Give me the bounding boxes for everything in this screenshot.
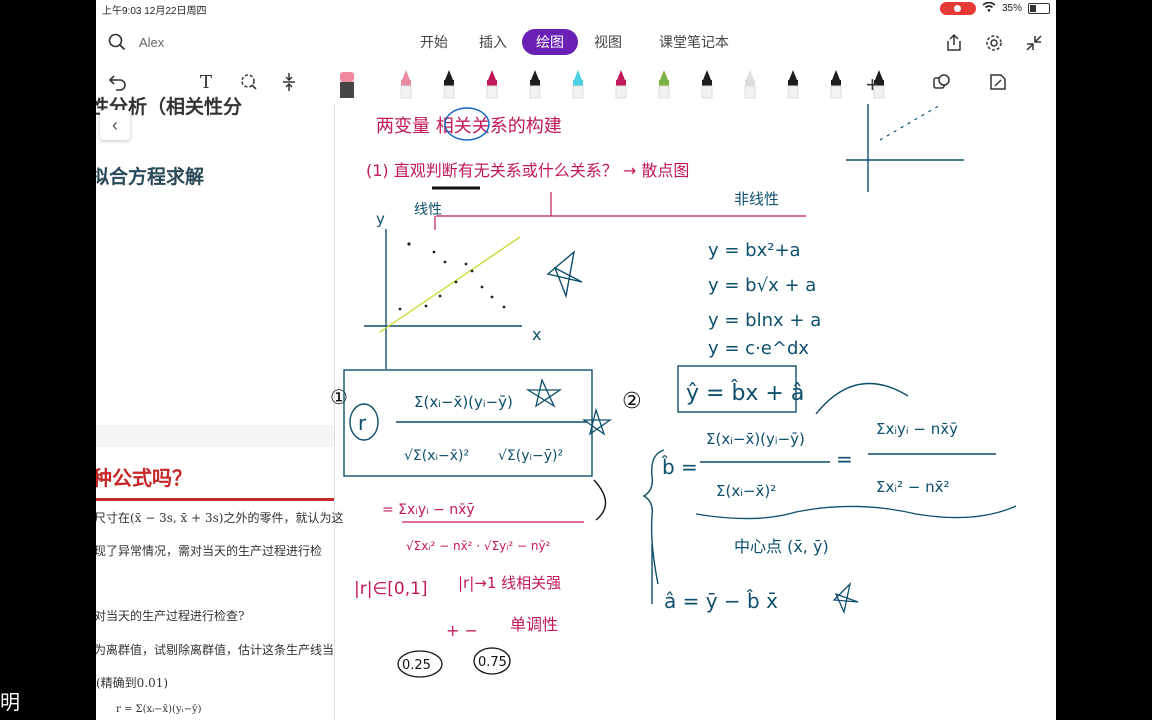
r-range: |r|∈[0,1] xyxy=(354,579,428,599)
eq-log: y = blnx + a xyxy=(708,310,821,331)
star-mark-2 xyxy=(525,378,563,408)
left-black-margin xyxy=(0,0,96,720)
note-nonlinear: 非线性 xyxy=(734,190,779,208)
pen-tool-icon[interactable] xyxy=(613,68,629,99)
shapes-icon[interactable] xyxy=(932,72,954,97)
pen-tool-icon[interactable] xyxy=(742,68,758,99)
eraser-icon[interactable] xyxy=(338,68,354,98)
scatter-axes xyxy=(364,229,522,369)
monotonic-note: 单调性 xyxy=(510,615,558,634)
eq-exp: y = c·e^dx xyxy=(708,338,809,359)
note-title: 两变量 相关关系的构建 xyxy=(376,116,562,137)
wavy-underline xyxy=(695,505,1017,520)
tab-draw[interactable]: 绘图 xyxy=(522,29,578,55)
eq-quadratic: y = bx²+a xyxy=(708,240,801,261)
axis-x-label: x xyxy=(532,325,541,344)
r-numerator: Σ(xᵢ−x̄)(yᵢ−ȳ) xyxy=(414,393,513,411)
star-mark-1 xyxy=(546,250,583,299)
circle-two: ② xyxy=(622,389,642,414)
pen-tool-icon[interactable] xyxy=(656,68,672,99)
status-indicators: 35% xyxy=(939,1,1050,15)
pen-tool-icon[interactable] xyxy=(441,68,457,99)
pen-tool-icon[interactable] xyxy=(484,68,500,99)
status-bar: 上午9:03 12月22日周四 35% xyxy=(96,0,1056,18)
tab-view[interactable]: 视图 xyxy=(580,29,636,55)
top-bar: Alex 开始 插入 绘图 视图 课堂笔记本 xyxy=(96,24,1056,62)
settings-gear-icon[interactable] xyxy=(984,33,1004,58)
screen-recording-icon xyxy=(939,2,976,15)
a-hat-equation: â = ȳ − b̂ x̄ xyxy=(664,589,778,613)
right-black-margin xyxy=(1056,0,1152,720)
b-numerator: Σ(xᵢ−x̄)(yᵢ−ȳ) xyxy=(706,430,805,448)
b-equals: = xyxy=(836,447,853,471)
star-mark-4 xyxy=(832,581,859,615)
tab-insert[interactable]: 插入 xyxy=(465,29,521,55)
corner-caption: 明 xyxy=(0,690,20,714)
status-time: 上午9:03 12月22日周四 xyxy=(102,6,207,17)
value-2: 0.75 xyxy=(478,655,507,670)
share-icon[interactable] xyxy=(944,33,964,58)
tab-class-notebook[interactable]: 课堂笔记本 xyxy=(645,29,743,55)
value-1: 0.25 xyxy=(402,658,431,673)
pen-tool-icon[interactable] xyxy=(699,68,715,99)
r-symbol: r xyxy=(358,411,367,435)
r-alt-numerator: = Σxᵢyᵢ − nx̄ȳ xyxy=(382,502,475,518)
star-mark-3 xyxy=(581,407,613,436)
search-label[interactable]: Alex xyxy=(139,35,164,50)
handwriting-layer: 两变量 相关关系的构建 (1) 直观判断有无关系或什么关系？ → 散点图 线性 … xyxy=(330,104,1017,678)
battery-icon xyxy=(1028,3,1050,14)
pen-tool-icon[interactable] xyxy=(785,68,801,99)
eq-sqrt: y = b√x + a xyxy=(708,275,816,296)
pen-tool-icon[interactable] xyxy=(828,68,844,99)
fit-line xyxy=(379,236,521,333)
battery-percent: 35% xyxy=(1001,3,1022,14)
pen-tool-icon[interactable] xyxy=(570,68,586,99)
system-brace xyxy=(642,449,665,604)
r-denominator-y: √Σ(yᵢ−ȳ)² xyxy=(498,448,563,464)
r-denominator-x: √Σ(xᵢ−x̄)² xyxy=(404,448,469,464)
center-point: 中心点 (x̄, ȳ) xyxy=(734,537,829,556)
tab-home[interactable]: 开始 xyxy=(406,29,462,55)
ink-to-shape-icon[interactable] xyxy=(988,72,1008,97)
wifi-icon xyxy=(982,1,996,15)
text-tool[interactable]: T xyxy=(200,72,212,93)
b-alt-denominator: Σxᵢ² − nx̄² xyxy=(876,478,950,496)
mini-axes xyxy=(846,104,964,192)
page-canvas[interactable]: 性分析（相关性分 ‹ 拟合方程求解 种公式吗？ 尺寸在(x̄ − 3s, x̄ … xyxy=(96,96,1056,720)
scatter-points xyxy=(398,242,506,311)
add-pen-icon[interactable]: + xyxy=(866,72,879,98)
insert-space-icon[interactable] xyxy=(282,72,296,97)
mini-dashes xyxy=(879,104,943,141)
regression-arc xyxy=(815,382,909,415)
sign-note: + − xyxy=(446,621,478,640)
search-icon[interactable] xyxy=(108,33,126,56)
r-alt-denominator: √Σxᵢ² − nx̄² · √Σyᵢ² − nȳ² xyxy=(406,539,551,553)
axis-y-label: y xyxy=(376,210,385,228)
collapse-icon[interactable] xyxy=(1024,33,1044,58)
note-line1: (1) 直观判断有无关系或什么关系？ → 散点图 xyxy=(366,161,689,180)
b-hat-label: b̂ = xyxy=(662,455,698,479)
pen-tool-icon[interactable] xyxy=(398,68,414,99)
b-denominator: Σ(xᵢ−x̄)² xyxy=(716,482,776,500)
onenote-app: 上午9:03 12月22日周四 35% Alex 开始 插入 绘图 视图 课堂笔… xyxy=(96,0,1056,720)
circle-one: ① xyxy=(330,385,348,409)
pen-tool-icon[interactable] xyxy=(527,68,543,99)
regression-equation: ŷ = b̂x + â xyxy=(686,380,804,406)
arrow-curve xyxy=(593,479,607,521)
r-strong: |r|→1 线相关强 xyxy=(458,574,561,592)
b-alt-numerator: Σxᵢyᵢ − nx̄ȳ xyxy=(876,420,958,438)
